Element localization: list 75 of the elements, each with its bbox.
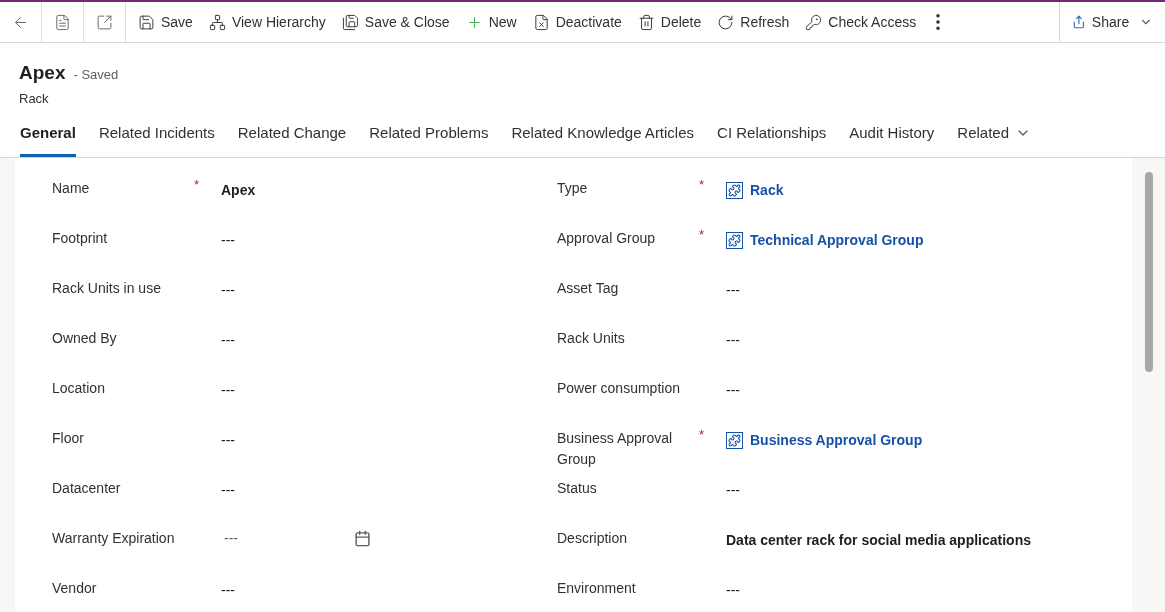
key-icon [805,13,823,31]
lookup-icon [726,181,743,199]
tab[interactable]: Related Change [237,122,347,157]
field-label: Asset Tag [557,278,620,298]
field-label: Location [52,378,106,398]
lookup-icon [726,431,743,449]
date-field[interactable]: --- [221,527,238,549]
field-value: --- [221,580,235,600]
toolbar-button[interactable]: View Hierarchy [200,2,334,42]
record-title: Apex [19,61,66,85]
lookup-link[interactable]: Technical Approval Group [726,229,924,251]
field-value: --- [726,330,740,350]
document-cross-icon [532,13,550,31]
share-button[interactable]: Share [1059,2,1165,42]
field-label: Business Approval Group [557,428,674,469]
field-value: --- [221,430,235,450]
scrollbar-thumb[interactable] [1144,171,1153,372]
toolbar-button[interactable]: Check Access [797,2,925,42]
field-value: --- [221,230,235,250]
share-icon [1072,14,1086,30]
field-label: Power consumption [557,378,681,398]
field-value: Data center rack for social media applications [726,530,1031,550]
field-label: Floor [52,428,85,448]
toolbar-button[interactable]: Save [130,2,201,42]
field-value: --- [221,380,235,400]
lookup-icon [726,231,743,249]
hierarchy-icon [208,13,226,31]
toolbar-button[interactable]: Save & Close [333,2,458,42]
field-label: Type [557,178,589,198]
lookup-link[interactable]: Business Approval Group [726,429,923,451]
more-icon [936,14,941,30]
save-status: - Saved [73,66,119,84]
field-value: --- [726,380,740,400]
field-label: Environment [557,578,637,598]
field-label: Datacenter [52,478,122,498]
popout-icon [96,13,113,31]
field-value: --- [221,330,235,350]
field-label: Approval Group [557,228,657,248]
required-asterisk: * [699,177,705,192]
toolbar-button[interactable]: New [457,2,525,42]
required-asterisk: * [194,177,200,192]
entity-name: Rack [19,89,49,108]
required-asterisk: * [699,227,705,242]
field-value: --- [726,280,740,300]
calendar-icon[interactable] [354,529,371,547]
tab[interactable]: Audit History [849,122,935,157]
save-close-icon [341,13,359,31]
field-value: --- [726,480,740,500]
save-icon [138,13,155,31]
tab[interactable]: Related Incidents [98,122,215,157]
field-value: Apex [221,180,256,200]
required-asterisk: * [699,427,705,442]
document-icon [54,13,71,31]
field-value: --- [221,480,235,500]
field-label: Footprint [52,228,109,248]
field-value: --- [221,280,235,300]
field-label: Vendor [52,578,98,598]
lookup-link[interactable]: Rack [726,179,784,201]
tab[interactable]: CI Relationships [717,122,827,157]
toolbar-button[interactable]: Delete [629,2,710,42]
field-label: Description [557,528,629,548]
field-label: Rack Units [557,328,626,348]
trash-icon [637,13,655,31]
field-label: Status [557,478,598,498]
tab[interactable]: Related Knowledge Articles [511,122,695,157]
field-label: Rack Units in use [52,278,162,298]
field-label: Owned By [52,328,118,348]
tab[interactable]: Related Problems [369,122,489,157]
field-label: Name [52,178,91,198]
tab[interactable]: Related [957,122,1031,157]
refresh-icon [717,13,735,31]
toolbar-button[interactable]: Deactivate [524,2,630,42]
field-value: --- [726,580,740,600]
field-label: Warranty Expiration [52,528,176,548]
toolbar-button[interactable]: Refresh [709,2,798,42]
